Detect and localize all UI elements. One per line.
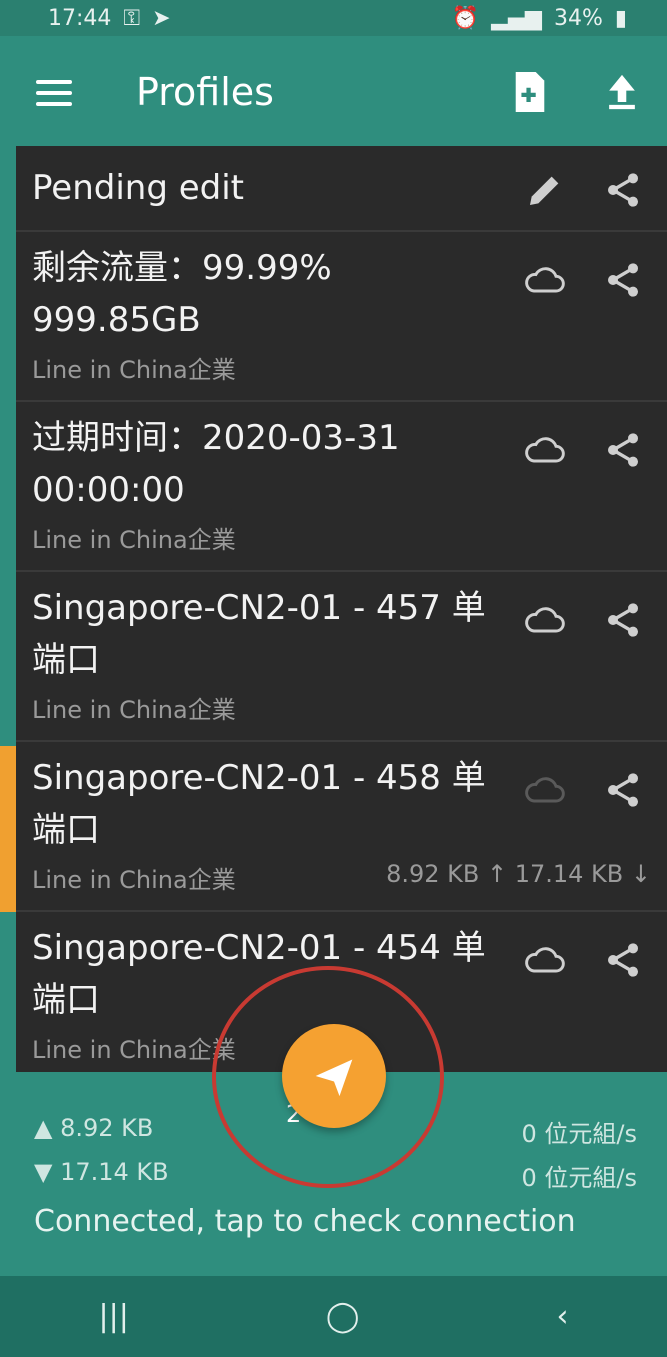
profile-name: 剩余流量：99.99% 999.85GB <box>32 248 332 340</box>
profile-row-traffic[interactable]: 剩余流量：99.99% 999.85GB Line in China企業 <box>16 232 667 402</box>
key-icon: ⚿ <box>123 5 141 31</box>
status-time: 17:44 <box>48 5 112 31</box>
cloud-icon[interactable] <box>521 768 569 812</box>
profile-group: Line in China企業 <box>32 696 236 724</box>
menu-icon[interactable] <box>36 80 72 106</box>
upload-total: ▲ 8.92 KB <box>34 1114 154 1142</box>
selected-indicator <box>0 746 16 912</box>
recents-button[interactable]: ||| <box>99 1299 129 1334</box>
pencil-icon[interactable] <box>521 168 569 212</box>
profile-group: Line in China企業 <box>32 356 236 384</box>
profile-group: Line in China企業 <box>32 526 236 554</box>
cloud-icon[interactable] <box>521 938 569 982</box>
profile-group: Line in China企業 <box>32 866 236 894</box>
cloud-icon[interactable] <box>521 428 569 472</box>
toolbar: Profiles <box>0 36 667 144</box>
alarm-icon: ⏰ <box>451 5 480 31</box>
system-nav-bar: ||| ◯ ‹ <box>0 1276 667 1357</box>
profile-name: Singapore-CN2-01 - 457 单端口 <box>32 588 486 680</box>
page-title: Profiles <box>136 70 274 114</box>
back-button[interactable]: ‹ <box>556 1299 568 1334</box>
profile-row-458-selected[interactable]: Singapore-CN2-01 - 458 单端口 Line in China… <box>16 742 667 912</box>
annotation-circle <box>212 966 444 1188</box>
profile-row-pending[interactable]: Pending edit <box>16 146 667 232</box>
profile-list: Pending edit 剩余流量：99.99% 999.85GB Line i… <box>16 146 667 1072</box>
battery-icon: ▮ <box>614 5 627 31</box>
file-plus-icon[interactable] <box>510 70 550 114</box>
upload-speed: 0 位元組/s <box>521 1120 638 1148</box>
share-icon[interactable] <box>599 938 647 982</box>
telegram-icon: ➤ <box>152 5 171 31</box>
battery-text: 34% <box>553 5 603 31</box>
connection-status[interactable]: Connected, tap to check connection <box>34 1204 576 1239</box>
profile-name: Pending edit <box>32 168 245 208</box>
share-icon[interactable] <box>599 428 647 472</box>
profile-name: Singapore-CN2-01 - 458 单端口 <box>32 758 486 850</box>
cloud-icon[interactable] <box>521 598 569 642</box>
profile-name: 过期时间：2020-03-31 00:00:00 <box>32 418 400 510</box>
download-total: ▼ 17.14 KB <box>34 1158 169 1186</box>
profile-row-expiry[interactable]: 过期时间：2020-03-31 00:00:00 Line in China企業 <box>16 402 667 572</box>
share-icon[interactable] <box>599 598 647 642</box>
download-speed: 0 位元組/s <box>521 1164 638 1192</box>
home-button[interactable]: ◯ <box>326 1299 360 1334</box>
signal-icon: ▂▄▆ <box>491 5 542 31</box>
profile-row-457[interactable]: Singapore-CN2-01 - 457 单端口 Line in China… <box>16 572 667 742</box>
share-icon[interactable] <box>599 168 647 212</box>
cloud-icon[interactable] <box>521 258 569 302</box>
profile-traffic: 8.92 KB ↑ 17.14 KB ↓ <box>386 860 651 888</box>
share-icon[interactable] <box>599 768 647 812</box>
profile-group: Line in China企業 <box>32 1036 236 1064</box>
share-icon[interactable] <box>599 258 647 302</box>
status-bar: 17:44 ⚿ ➤ ⏰ ▂▄▆ 34% ▮ <box>0 0 667 36</box>
upload-icon[interactable] <box>602 70 642 114</box>
